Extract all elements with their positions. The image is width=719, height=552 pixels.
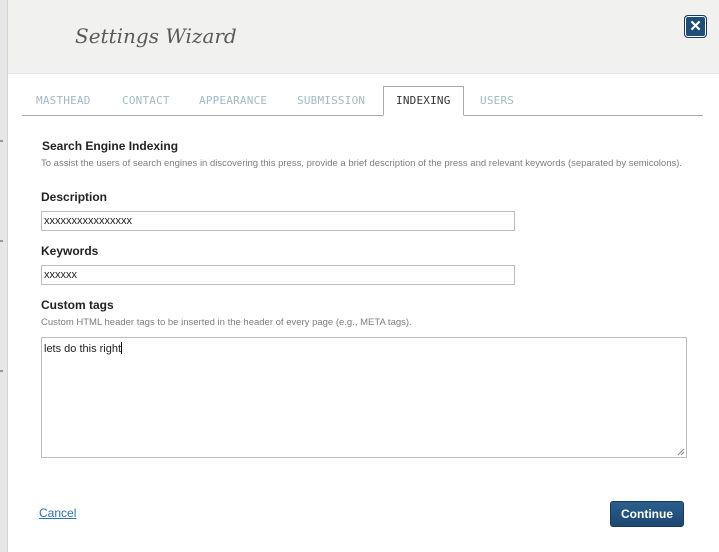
cancel-link[interactable]: Cancel [39,506,76,520]
settings-wizard-dialog: Settings Wizard ✕ MASTHEAD CONTACT APPEA… [8,0,719,552]
custom-tags-value: lets do this right [44,343,122,355]
close-icon: ✕ [689,18,702,35]
custom-tags-label: Custom tags [41,298,114,312]
custom-tags-help: Custom HTML header tags to be inserted i… [41,317,412,328]
tab-contact[interactable]: CONTACT [122,87,170,114]
background-mark [0,370,3,372]
description-label: Description [41,190,108,204]
tab-users[interactable]: USERS [480,87,514,114]
background-mark [0,240,3,242]
continue-button[interactable]: Continue [610,501,684,527]
dialog-title: Settings Wizard [75,24,237,48]
section-description: To assist the users of search engines in… [41,158,683,169]
description-input[interactable]: xxxxxxxxxxxxxxxx [41,211,515,231]
custom-tags-textarea[interactable]: lets do this right [41,337,687,458]
section-title: Search Engine Indexing [42,139,179,153]
resize-grip-icon[interactable] [677,448,685,456]
tab-indexing[interactable]: INDEXING [383,86,464,116]
dialog-header: Settings Wizard [8,0,719,74]
tab-appearance[interactable]: APPEARANCE [199,87,267,114]
tab-masthead[interactable]: MASTHEAD [36,87,91,114]
background-window-edge [0,0,8,552]
tab-submission[interactable]: SUBMISSION [297,87,365,114]
close-button[interactable]: ✕ [684,15,707,38]
keywords-input[interactable]: xxxxxx [41,265,515,285]
text-caret [121,342,123,354]
tab-bar: MASTHEAD CONTACT APPEARANCE SUBMISSION I… [22,86,703,116]
keywords-label: Keywords [41,244,99,258]
background-mark [0,140,3,142]
